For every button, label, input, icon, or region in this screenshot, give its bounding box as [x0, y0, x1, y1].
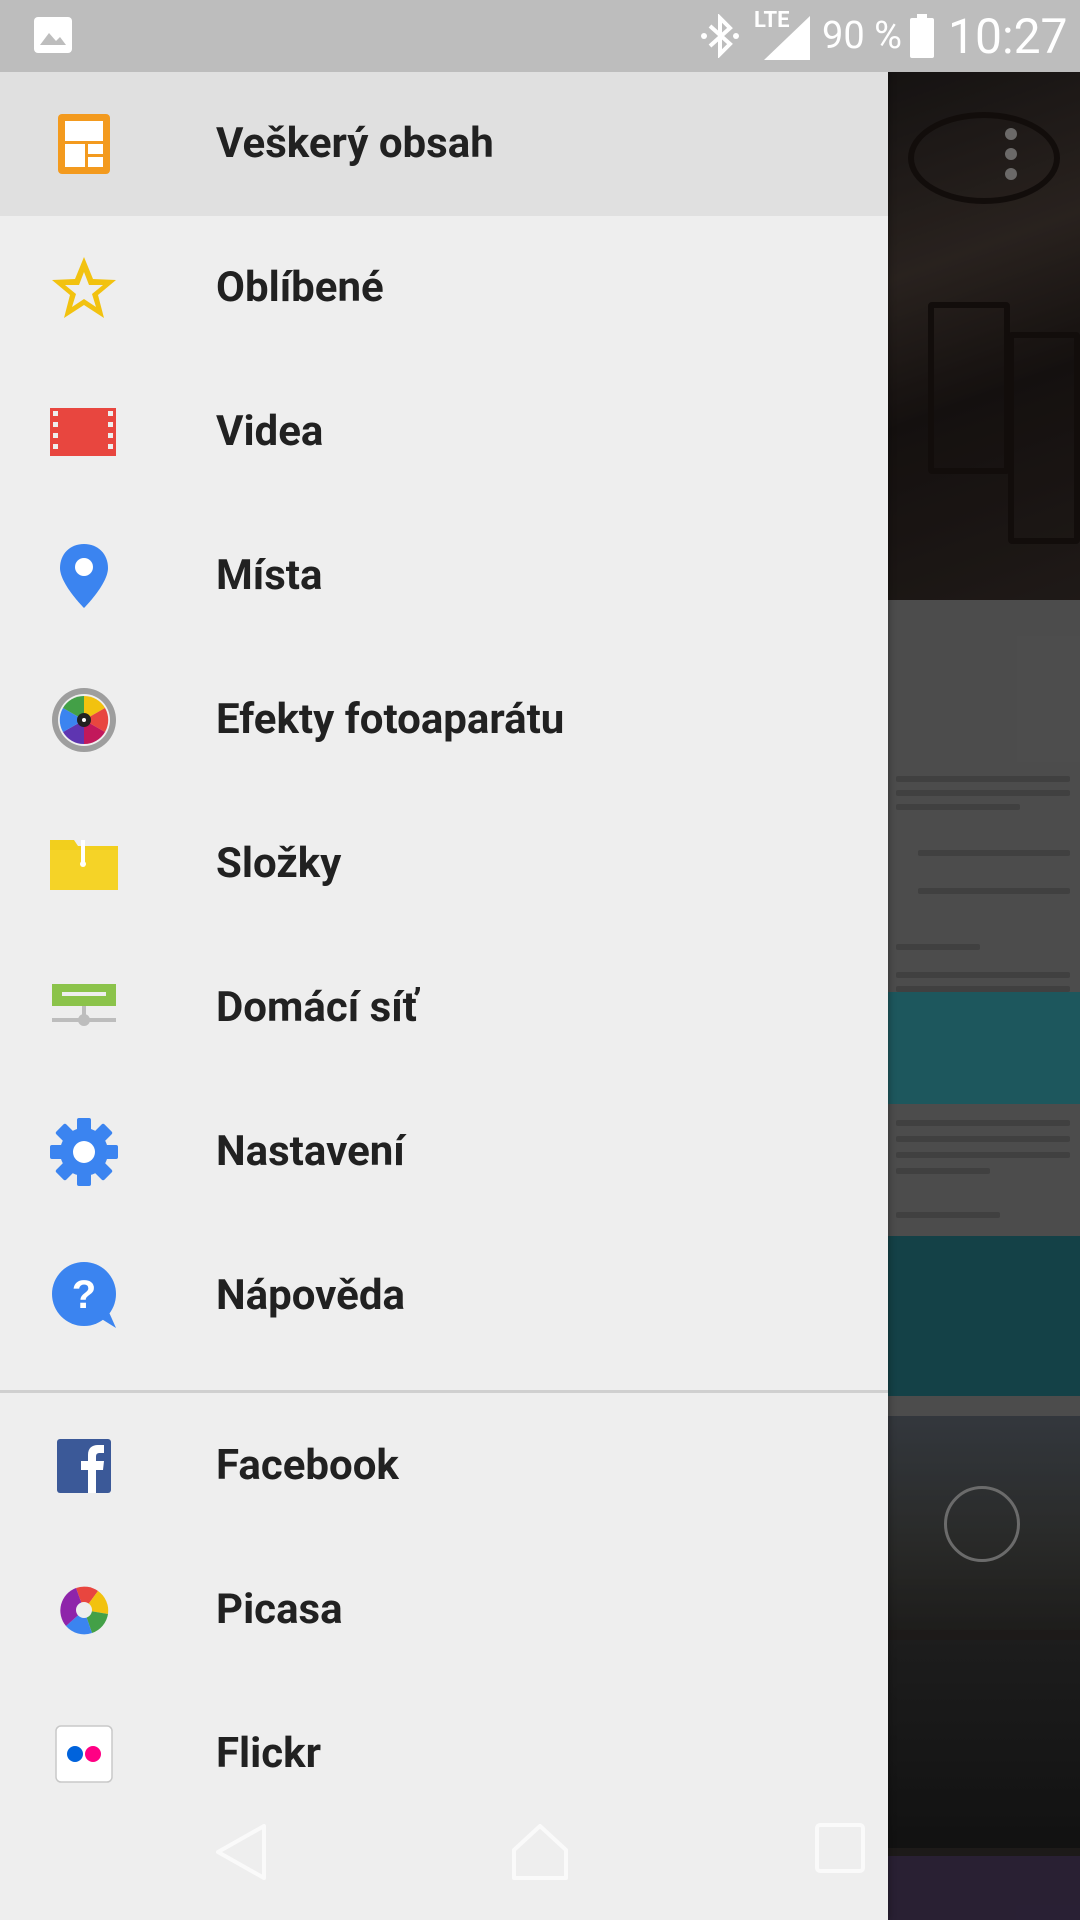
drawer-item-folders[interactable]: Složky	[0, 792, 888, 936]
drawer-item-label: Domácí síť	[216, 983, 418, 1032]
drawer-item-label: Efekty fotoaparátu	[216, 695, 565, 744]
drawer-item-videos[interactable]: Videa	[0, 360, 888, 504]
folder-icon	[50, 840, 118, 890]
clock: 10:27	[948, 8, 1068, 65]
gear-icon	[50, 1118, 118, 1186]
drawer-item-label: Videa	[216, 407, 324, 456]
drawer-item-settings[interactable]: Nastavení	[0, 1080, 888, 1224]
film-icon	[50, 408, 116, 456]
drawer-item-picasa[interactable]: Picasa	[0, 1538, 888, 1682]
facebook-icon	[57, 1439, 111, 1493]
drawer-item-label: Složky	[216, 839, 342, 888]
picasa-icon	[60, 1586, 109, 1635]
recents-icon[interactable]	[814, 1822, 866, 1874]
location-pin-icon	[60, 544, 108, 608]
drawer-item-favorites[interactable]: Oblíbené	[0, 216, 888, 360]
battery-percent: 90 %	[822, 14, 902, 58]
status-bar: LTE 90 % 10:27	[0, 0, 1080, 72]
drawer-item-help[interactable]: ? Nápověda	[0, 1224, 888, 1368]
all-content-icon	[58, 114, 110, 174]
drawer-item-label: Nastavení	[216, 1127, 405, 1176]
navigation-drawer: Veškerý obsah Oblíbené Videa Místa Efekt…	[0, 72, 888, 1920]
drawer-item-label: Facebook	[216, 1441, 399, 1490]
battery-icon	[910, 14, 934, 58]
gallery-notification-icon	[34, 17, 72, 53]
drawer-item-camera-effects[interactable]: Efekty fotoaparátu	[0, 648, 888, 792]
drawer-item-home-network[interactable]: Domácí síť	[0, 936, 888, 1080]
star-icon	[52, 257, 116, 318]
drawer-item-label: Veškerý obsah	[216, 119, 494, 168]
bluetooth-icon	[701, 14, 739, 58]
signal-icon	[764, 16, 810, 60]
back-icon[interactable]	[212, 1822, 268, 1882]
camera-effects-icon	[52, 688, 116, 752]
drawer-divider	[0, 1390, 888, 1393]
system-navigation-bar	[0, 1776, 888, 1920]
drawer-item-label: Picasa	[216, 1585, 343, 1634]
home-network-icon	[52, 984, 116, 1026]
drawer-item-label: Nápověda	[216, 1271, 405, 1320]
drawer-item-facebook[interactable]: Facebook	[0, 1394, 888, 1538]
help-icon: ?	[52, 1262, 116, 1328]
drawer-item-label: Místa	[216, 551, 323, 600]
drawer-item-label: Oblíbené	[216, 263, 384, 312]
home-icon[interactable]	[510, 1822, 570, 1882]
drawer-item-places[interactable]: Místa	[0, 504, 888, 648]
svg-text:?: ?	[72, 1273, 96, 1317]
drawer-item-all-content[interactable]: Veškerý obsah	[0, 72, 888, 216]
